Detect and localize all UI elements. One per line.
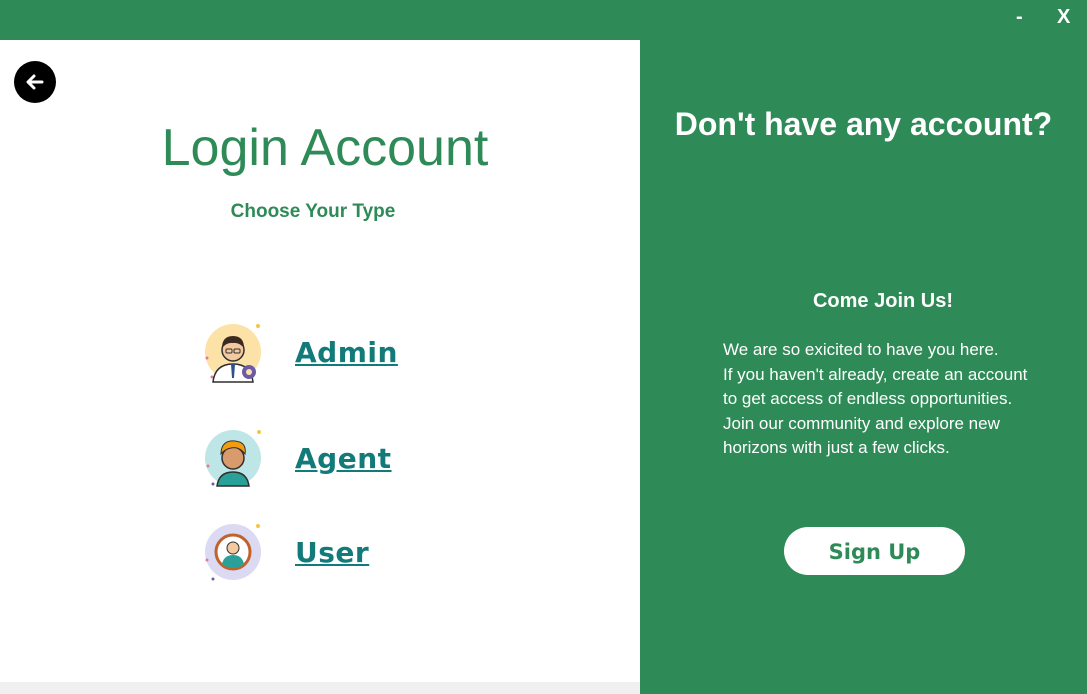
join-line: We are so exicited to have you here. xyxy=(723,340,999,359)
signup-heading: Don't have any account? xyxy=(674,106,1053,142)
admin-avatar-icon xyxy=(203,322,265,384)
role-label-admin[interactable]: Admin xyxy=(295,336,398,369)
join-line: horizons with just a few clicks. xyxy=(723,438,950,457)
login-panel: Login Account Choose Your Type Admin Age… xyxy=(0,40,640,682)
user-avatar-icon xyxy=(203,522,265,584)
back-button[interactable] xyxy=(14,61,56,103)
role-label-agent[interactable]: Agent xyxy=(295,442,392,475)
role-option-admin[interactable]: Admin xyxy=(203,322,463,384)
bottom-strip xyxy=(0,682,640,694)
join-title: Come Join Us! xyxy=(812,290,954,312)
title-bar: - X xyxy=(0,0,1087,40)
join-line: If you haven't already, create an accoun… xyxy=(723,364,1028,384)
page-title: Login Account xyxy=(161,119,489,177)
role-label-user[interactable]: User xyxy=(295,536,369,569)
join-line: to get access of endless opportunities. xyxy=(723,389,1013,408)
role-option-agent[interactable]: Agent xyxy=(203,428,463,490)
minimize-button[interactable]: - xyxy=(1016,5,1023,29)
arrow-left-icon xyxy=(26,74,44,90)
join-description: We are so exicited to have you here. If … xyxy=(723,338,1087,461)
page-subtitle: Choose Your Type xyxy=(230,201,396,222)
signup-button[interactable]: Sign Up xyxy=(784,527,965,575)
agent-avatar-icon xyxy=(203,428,265,490)
close-button[interactable]: X xyxy=(1057,5,1070,29)
role-option-user[interactable]: User xyxy=(203,522,463,584)
join-line: Join our community and explore new xyxy=(723,413,1000,433)
